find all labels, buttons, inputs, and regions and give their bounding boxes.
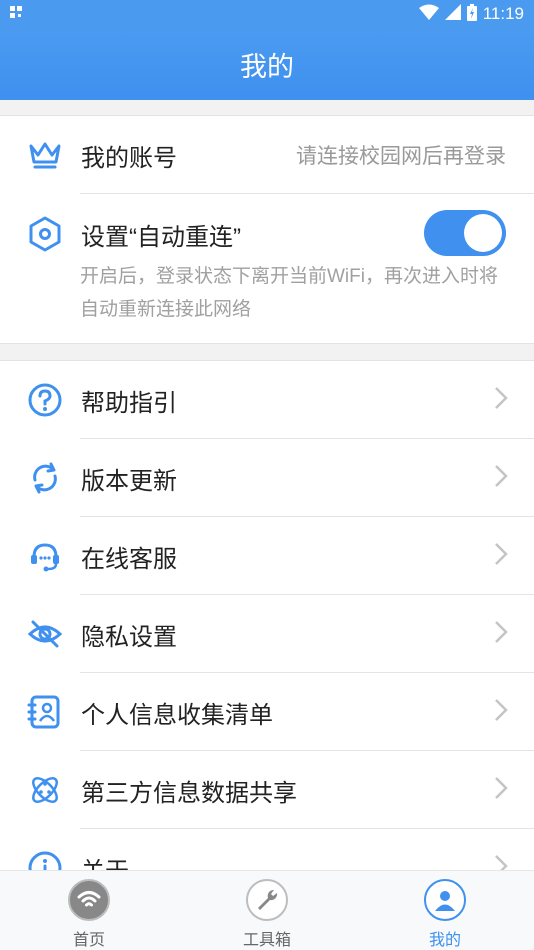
menu-item-label: 版本更新 bbox=[81, 467, 177, 495]
tab-mine[interactable]: 我的 bbox=[356, 871, 534, 950]
app-bar: 我的 bbox=[0, 28, 534, 100]
contact-card-icon bbox=[26, 693, 64, 731]
user-icon bbox=[424, 879, 466, 921]
tab-label: 工具箱 bbox=[242, 932, 291, 949]
wifi-signal-icon bbox=[418, 4, 439, 24]
wifi-icon bbox=[68, 879, 110, 921]
chevron-right-icon bbox=[494, 698, 508, 726]
tab-home[interactable]: 首页 bbox=[0, 871, 178, 950]
chevron-right-icon bbox=[494, 542, 508, 570]
auto-reconnect-label: 设置“自动重连” bbox=[81, 223, 241, 251]
chevron-right-icon bbox=[494, 386, 508, 414]
battery-icon bbox=[466, 3, 477, 25]
share-orbit-icon bbox=[26, 771, 64, 809]
tab-label: 首页 bbox=[72, 932, 105, 949]
tab-label: 我的 bbox=[428, 932, 461, 949]
account-status: 请连接校园网后再登录 bbox=[296, 145, 506, 168]
menu-item-privacy[interactable]: 隐私设置 bbox=[0, 595, 534, 673]
wrench-icon bbox=[246, 879, 288, 921]
auto-reconnect-row: 设置“自动重连” 开启后，登录状态下离开当前WiFi，再次进入时将自动重新连接此… bbox=[0, 194, 534, 344]
menu-item-support[interactable]: 在线客服 bbox=[0, 517, 534, 595]
question-icon bbox=[26, 381, 64, 419]
cell-signal-icon bbox=[444, 4, 461, 24]
menu-item-label: 在线客服 bbox=[81, 545, 177, 573]
qr-notification-icon bbox=[10, 6, 22, 22]
menu-item-label: 个人信息收集清单 bbox=[81, 701, 273, 729]
page-title: 我的 bbox=[240, 51, 294, 82]
menu-item-third-party-sharing[interactable]: 第三方信息数据共享 bbox=[0, 751, 534, 829]
headset-icon bbox=[26, 537, 64, 575]
menu-item-label: 帮助指引 bbox=[81, 389, 177, 417]
chevron-right-icon bbox=[494, 620, 508, 648]
eye-off-icon bbox=[26, 615, 64, 653]
menu-item-label: 隐私设置 bbox=[81, 623, 177, 651]
menu-list: 帮助指引 版本更新 在线客服 隐私设置 个人信息收集清单 第三方信息数据共享 关… bbox=[0, 360, 534, 880]
account-label: 我的账号 bbox=[81, 144, 177, 172]
bottom-tab-bar: 首页 工具箱 我的 bbox=[0, 870, 534, 950]
chevron-right-icon bbox=[494, 464, 508, 492]
chevron-right-icon bbox=[494, 776, 508, 804]
account-row[interactable]: 我的账号 请连接校园网后再登录 bbox=[0, 116, 534, 194]
menu-item-label: 第三方信息数据共享 bbox=[81, 779, 297, 807]
hexagon-icon bbox=[26, 215, 64, 253]
menu-item-update[interactable]: 版本更新 bbox=[0, 439, 534, 517]
toggle-knob bbox=[464, 214, 502, 252]
auto-reconnect-description: 开启后，登录状态下离开当前WiFi，再次进入时将自动重新连接此网络 bbox=[80, 266, 498, 320]
clock: 11:19 bbox=[482, 4, 524, 23]
account-card: 我的账号 请连接校园网后再登录 设置“自动重连” 开启后，登录状态下离开当前Wi… bbox=[0, 115, 534, 344]
crown-icon bbox=[26, 136, 64, 174]
auto-reconnect-toggle[interactable] bbox=[424, 210, 506, 256]
status-bar: 11:19 bbox=[0, 0, 534, 28]
refresh-icon bbox=[26, 459, 64, 497]
menu-item-help[interactable]: 帮助指引 bbox=[0, 361, 534, 439]
menu-item-personal-info[interactable]: 个人信息收集清单 bbox=[0, 673, 534, 751]
tab-toolbox[interactable]: 工具箱 bbox=[178, 871, 356, 950]
